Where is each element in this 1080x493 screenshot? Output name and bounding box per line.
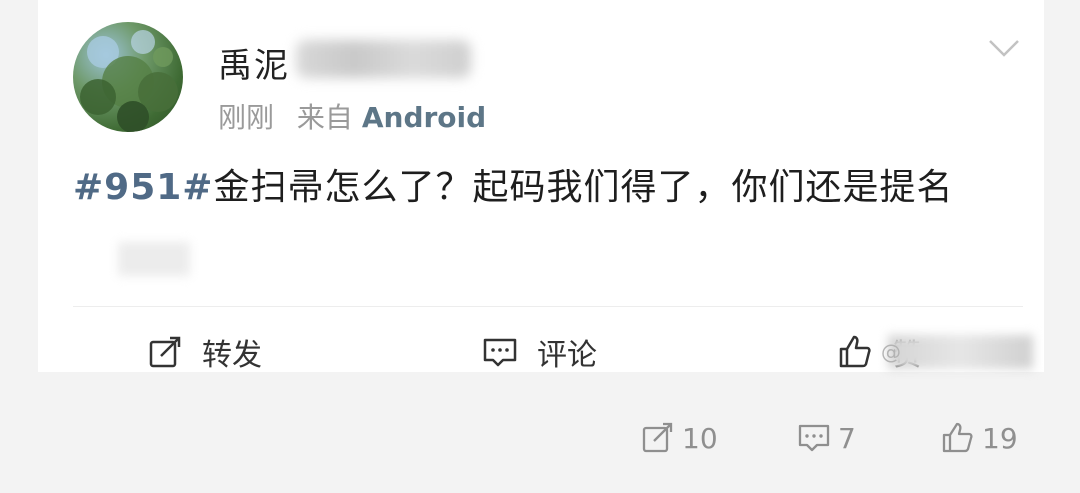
repost-count[interactable]: 10: [640, 420, 718, 456]
comment-count[interactable]: 7: [796, 420, 856, 456]
post-time: 刚刚: [218, 101, 275, 134]
watermark: @: [881, 340, 901, 364]
repost-button[interactable]: 转发: [146, 330, 262, 374]
repost-icon: [642, 422, 673, 453]
like-count[interactable]: 19: [940, 420, 1018, 456]
source-device: Android: [361, 101, 487, 134]
avatar[interactable]: [73, 22, 183, 132]
thumbs-up-icon: [942, 422, 973, 453]
comment-icon: [798, 424, 830, 452]
post-meta: 刚刚 来自 Android: [218, 96, 486, 136]
comment-icon: [483, 338, 517, 367]
avatar-image: [80, 30, 178, 132]
thumbs-up-icon: [839, 335, 871, 368]
post-text: 金扫帚怎么了？起码我们得了，你们还是提名: [213, 167, 954, 208]
hashtag-link[interactable]: #951#: [73, 167, 213, 208]
text-redaction: [118, 242, 190, 276]
comment-button[interactable]: 评论: [481, 330, 597, 374]
chevron-down-icon[interactable]: [986, 30, 1022, 66]
username[interactable]: 禹泥: [218, 38, 290, 87]
username-redaction: [296, 40, 471, 78]
comment-label: 评论: [537, 338, 597, 373]
watermark-redaction: [888, 335, 1033, 369]
repost-icon: [149, 336, 181, 368]
like-count-value: 19: [982, 421, 1018, 455]
weibo-post-card: 禹泥 刚刚 来自 Android #951#金扫帚怎么了？起码我们得了，你们还是…: [38, 0, 1044, 374]
source-prefix: 来自: [296, 101, 353, 134]
comment-count-value: 7: [838, 421, 856, 455]
post-content: #951#金扫帚怎么了？起码我们得了，你们还是提名: [73, 160, 1013, 216]
repost-label: 转发: [202, 338, 262, 373]
repost-count-value: 10: [682, 421, 718, 455]
divider: [73, 306, 1023, 307]
